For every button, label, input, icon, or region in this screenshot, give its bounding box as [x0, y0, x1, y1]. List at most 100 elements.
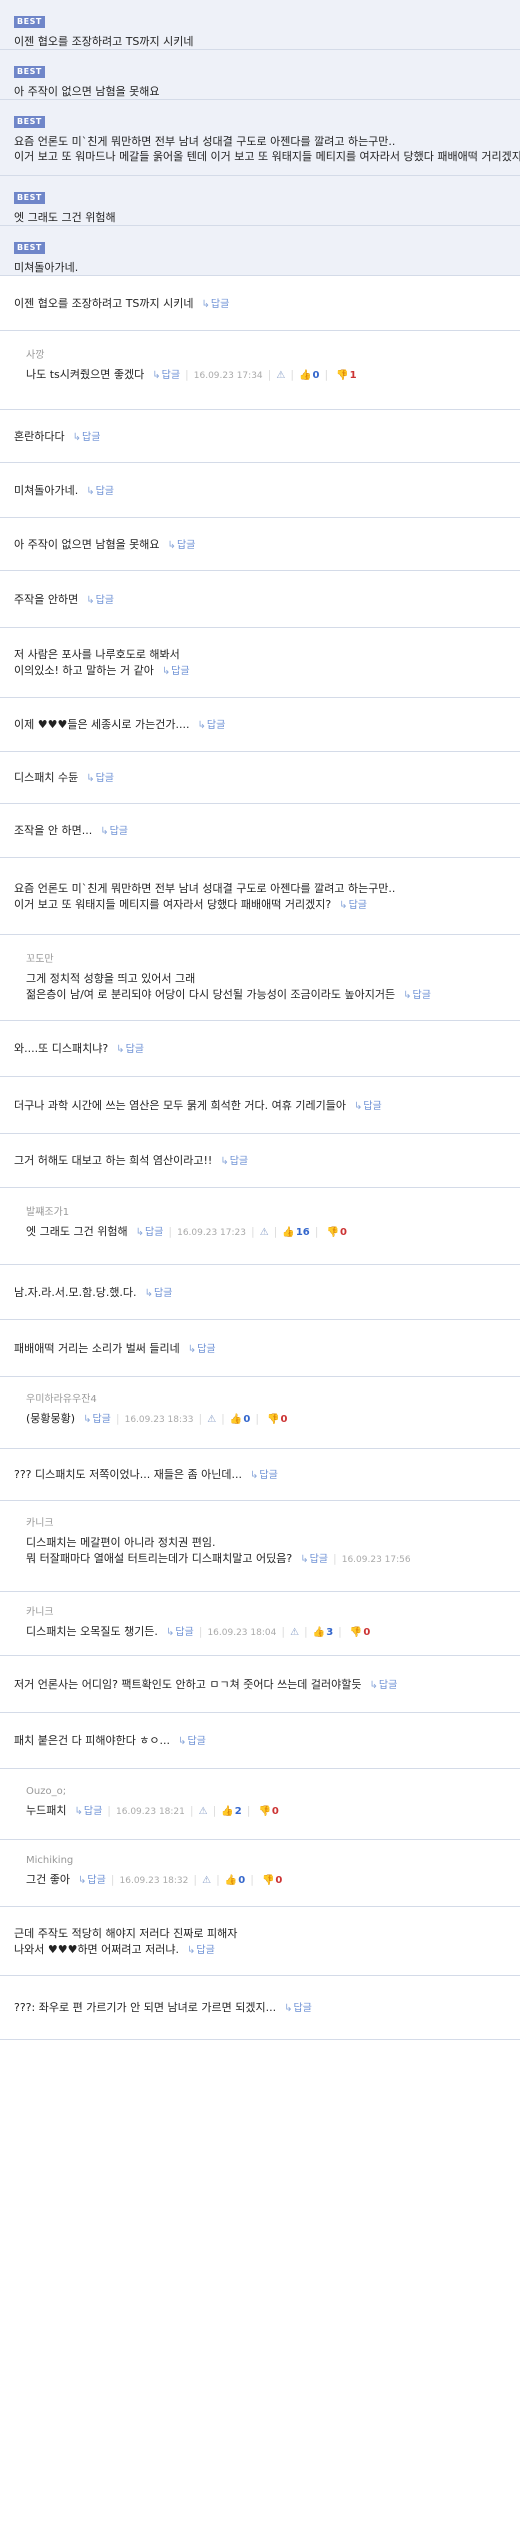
meta-divider: |: [216, 1873, 220, 1886]
downvote-count: 1: [349, 370, 357, 381]
reply-link[interactable]: ↳답글: [354, 1101, 382, 1112]
reply-link[interactable]: ↳답글: [220, 1156, 248, 1167]
report-icon[interactable]: ⚠: [207, 1414, 216, 1425]
comment-item: ???: 좌우로 편 가르기가 안 되면 남녀로 가르면 되겠지... ↳답글: [0, 1976, 520, 2040]
reply-link[interactable]: ↳답글: [74, 1806, 102, 1817]
downvote-button[interactable]: 👎1: [333, 368, 356, 381]
reply-link[interactable]: ↳답글: [136, 1227, 164, 1238]
comment-date: 16.09.23 18:04: [207, 1628, 277, 1638]
reply-arrow-icon: ↳: [86, 486, 95, 497]
reply-link[interactable]: ↳답글: [86, 773, 114, 784]
reply-link[interactable]: ↳답글: [152, 370, 180, 381]
upvote-button[interactable]: 👍2: [221, 1804, 241, 1817]
reply-link[interactable]: ↳답글: [178, 1736, 206, 1747]
comment-text: 아 주작이 없으면 남혐을 못해요: [14, 538, 160, 551]
reply-link[interactable]: ↳답글: [86, 595, 114, 606]
meta-divider: |: [246, 1804, 251, 1817]
report-icon[interactable]: ⚠: [290, 1627, 299, 1638]
comment-author[interactable]: 사깡: [26, 349, 506, 363]
best-comment-text[interactable]: 아 주작이 없으면 남혐을 못해요: [14, 84, 506, 99]
upvote-button[interactable]: 👍0: [299, 368, 319, 381]
comment-item: 저 사람은 포사를 나루호도로 해봐서 이의있소! 하고 말하는 거 같아 ↳답글: [0, 628, 520, 698]
reply-link[interactable]: ↳답글: [83, 1414, 111, 1425]
reply-link[interactable]: ↳답글: [250, 1470, 278, 1481]
reply-link[interactable]: ↳답글: [188, 1344, 216, 1355]
thumbs-down-icon: 👎: [267, 1414, 280, 1425]
comment-text-line: 요즘 언론도 미`친게 뭐만하면 전부 남녀 성대결 구도로 아젠다를 깔려고 …: [14, 881, 506, 897]
best-comment-text[interactable]: 엣 그래도 그건 위험해: [14, 210, 506, 225]
comment-author[interactable]: 카니크: [26, 1606, 506, 1620]
reply-link[interactable]: ↳답글: [403, 990, 431, 1001]
best-comment-text[interactable]: 이젠 협오를 조장하려고 TS까지 시키네: [14, 34, 506, 49]
comment-text: ??? 디스패치도 저쪽이었나... 재들은 좀 아닌데...: [14, 1468, 243, 1481]
comment-item: 디스패치 수듄 ↳답글: [0, 752, 520, 804]
comment-item: 더구나 과학 시간에 쓰는 염산은 모두 묽게 희석한 거다. 여휴 기레기들아…: [0, 1077, 520, 1134]
reply-arrow-icon: ↳: [197, 720, 206, 731]
comment-author[interactable]: 꼬도만: [26, 953, 506, 967]
downvote-count: 0: [275, 1875, 283, 1886]
comment-author[interactable]: 우미하라유우잔4: [26, 1393, 506, 1407]
comment-text-line: 남.자.라.서.모.함.당.했.다. ↳답글: [14, 1285, 506, 1302]
upvote-button[interactable]: 👍0: [225, 1873, 245, 1886]
comment-author[interactable]: Ouzo_o;: [26, 1785, 506, 1799]
reply-link[interactable]: ↳답글: [116, 1044, 144, 1055]
comment-text-line: 디스패치는 오목질도 챙기든. ↳답글 | 16.09.23 18:04 | ⚠ | 👍3 | 👎…: [26, 1624, 506, 1641]
comment-text-line: 엣 그래도 그건 위험해 ↳답글 | 16.09.23 17:23 | ⚠ | 👍16 | 👎0: [26, 1224, 506, 1241]
upvote-button[interactable]: 👍3: [313, 1625, 333, 1638]
comment-text-line: 패치 붙은건 다 피해야한다 ㅎㅇ... ↳답글: [14, 1733, 506, 1750]
upvote-button[interactable]: 👍0: [230, 1412, 250, 1425]
reply-link[interactable]: ↳답글: [300, 1554, 328, 1565]
comment-text: 남.자.라.서.모.함.당.했.다.: [14, 1286, 137, 1299]
reply-link[interactable]: ↳답글: [162, 666, 190, 677]
reply-link[interactable]: ↳답글: [100, 826, 128, 837]
reply-arrow-icon: ↳: [77, 1875, 87, 1886]
reply-link[interactable]: ↳답글: [187, 1945, 215, 1956]
comment-item: Michiking 그건 좋아 ↳답글 | 16.09.23 18:32 | ⚠ | 👍0 | 👎0: [0, 1840, 520, 1907]
upvote-count: 16: [295, 1227, 310, 1238]
reply-link[interactable]: ↳답글: [145, 1288, 173, 1299]
downvote-button[interactable]: 👎0: [347, 1625, 370, 1638]
comment-item: 미쳐돌아가네. ↳답글: [0, 463, 520, 518]
thumbs-down-icon: 👎: [336, 370, 349, 381]
comment-author[interactable]: 발쨰조가1: [26, 1206, 506, 1220]
reply-arrow-icon: ↳: [86, 773, 95, 784]
reply-arrow-icon: ↳: [339, 900, 348, 911]
reply-link[interactable]: ↳답글: [78, 1875, 106, 1886]
reply-link[interactable]: ↳답글: [202, 299, 230, 310]
reply-link[interactable]: ↳답글: [86, 486, 114, 497]
reply-link[interactable]: ↳답글: [370, 1680, 398, 1691]
downvote-button[interactable]: 👎0: [264, 1412, 287, 1425]
comment-text-line: 이거 보고 또 워태지들 메티지를 여자라서 당했다 패배애떡 거리겠지? ↳답글: [14, 897, 506, 914]
reply-link[interactable]: ↳답글: [73, 432, 101, 443]
downvote-button[interactable]: 👎0: [259, 1873, 282, 1886]
reply-link[interactable]: ↳답글: [166, 1627, 194, 1638]
reply-link[interactable]: ↳답글: [284, 2003, 312, 2014]
report-icon[interactable]: ⚠: [202, 1875, 211, 1886]
thumbs-up-icon: 👍: [299, 370, 312, 381]
reply-arrow-icon: ↳: [86, 595, 95, 606]
comment-item: 주작을 안하면 ↳답글: [0, 571, 520, 628]
comment-item: 패치 붙은건 다 피해야한다 ㅎㅇ... ↳답글: [0, 1713, 520, 1769]
comment-date: 16.09.23 18:32: [119, 1876, 189, 1886]
comment-author[interactable]: 카니크: [26, 1517, 506, 1531]
report-icon[interactable]: ⚠: [276, 370, 285, 381]
thumbs-down-icon: 👎: [261, 1875, 275, 1886]
upvote-button[interactable]: 👍16: [282, 1225, 309, 1238]
reply-link[interactable]: ↳답글: [168, 540, 196, 551]
report-icon[interactable]: ⚠: [199, 1806, 208, 1817]
reply-label: 답글: [412, 990, 431, 1001]
comment-text-line: 저 사람은 포사를 나루호도로 해봐서: [14, 647, 506, 663]
report-icon[interactable]: ⚠: [260, 1227, 269, 1238]
best-comment-text[interactable]: 미쳐돌아가네.: [14, 260, 506, 275]
downvote-button[interactable]: 👎0: [323, 1225, 346, 1238]
comment-author[interactable]: Michiking: [26, 1854, 506, 1868]
comment-text: 와....또 디스패치냐?: [14, 1042, 109, 1055]
thumbs-up-icon: 👍: [224, 1875, 238, 1886]
reply-link[interactable]: ↳답글: [198, 720, 226, 731]
comment-text: 디스패치 수듄: [14, 771, 79, 784]
downvote-count: 0: [271, 1806, 279, 1817]
best-comment-text[interactable]: 요즘 언론도 미`친게 뭐만하면 전부 남녀 성대결 구도로 아젠다를 깔려고 …: [14, 134, 520, 164]
reply-arrow-icon: ↳: [74, 1806, 83, 1817]
downvote-button[interactable]: 👎0: [255, 1804, 278, 1817]
reply-link[interactable]: ↳답글: [339, 900, 367, 911]
